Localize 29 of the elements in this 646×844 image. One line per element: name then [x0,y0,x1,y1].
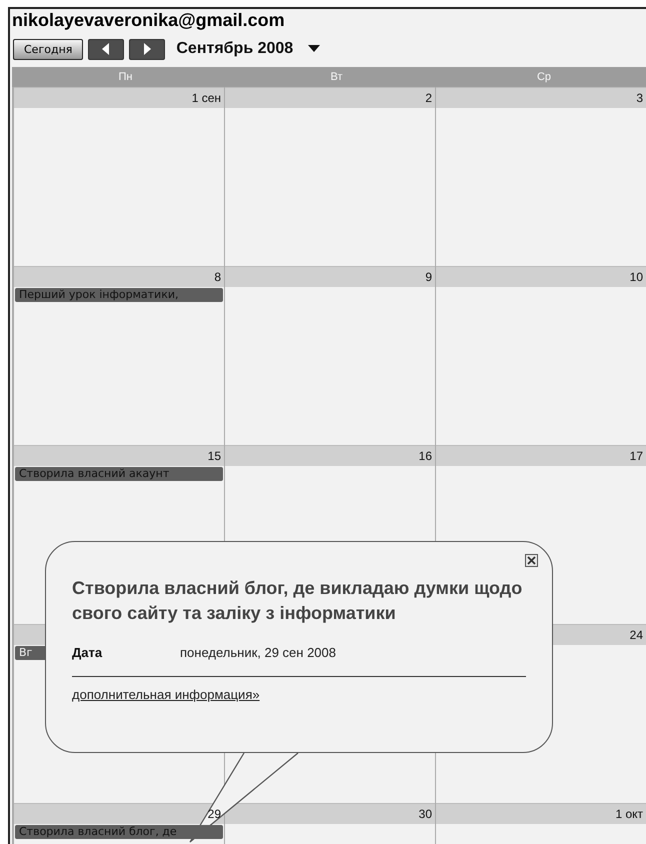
weekday-label: Пн [118,71,132,83]
day-number[interactable]: 30 [418,807,432,821]
day-number[interactable]: 29 [208,807,221,821]
dropdown-caret-icon[interactable] [308,45,320,53]
previous-button[interactable] [88,38,124,60]
month-label[interactable]: Сентябрь 2008 [176,40,294,58]
account-title: nikolayevaveronika@gmail.com [11,9,286,32]
day-number[interactable]: 17 [630,449,643,463]
day-number[interactable]: 15 [208,449,221,463]
day-number[interactable]: 8 [214,270,221,284]
today-button[interactable]: Сегодня [13,38,84,60]
day-number[interactable]: 10 [630,270,643,284]
left-triangle-icon [102,43,110,55]
next-button[interactable] [129,38,166,60]
day-number[interactable]: 2 [425,91,432,105]
field-value: понедельник, 29 сен 2008 [180,645,336,660]
day-number[interactable]: 3 [636,91,643,105]
field-label: Дата [72,645,104,660]
weekday-label: Вт [330,71,342,83]
right-triangle-icon [143,43,152,55]
event-title: Створила власний блог, де викладаю думки щодо свого сайту та заліку з інформатики [72,577,524,625]
day-number[interactable]: 9 [425,270,432,284]
close-icon[interactable] [525,554,538,567]
day-number[interactable]: 1 сен [192,91,221,105]
day-number[interactable]: 16 [418,449,432,463]
day-number[interactable]: 1 окт [615,807,643,821]
weekday-label: Ср [536,71,552,83]
more-info-link[interactable]: дополнительная информация» [72,687,260,702]
day-number[interactable]: 24 [630,628,643,642]
